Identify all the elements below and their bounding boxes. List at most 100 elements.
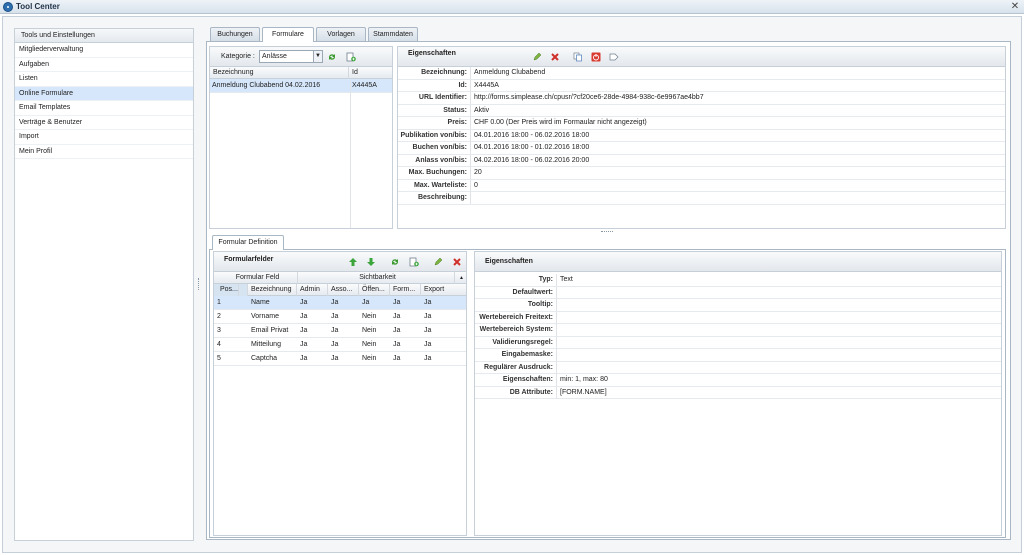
prop-label: Id: [398,79,471,92]
prop-row: Anlass von/bis: 04.02.2016 18:00 - 06.02.… [398,154,1005,167]
splitter-handle[interactable] [198,278,200,290]
tab-buchungen[interactable]: Buchungen [210,27,260,41]
prop-row: Bezeichnung: Anmeldung Clubabend [398,67,1005,80]
fields-panel: Formularfelder Formular Feld Sichtbarkeit… [213,251,467,536]
fields-body: 1 Name Ja Ja Ja Ja Ja 2 Vorname Ja Ja Nein Ja Ja 3 Em… [214,296,466,366]
properties-panel: Eigenschaften Bezeichnung: Anmeldung Club… [397,46,1006,229]
column-bezeichnung[interactable]: Bezeichnung [210,67,349,79]
column-pos[interactable]: Pos... ▲ [214,284,248,296]
sidebar-header: Tools und Einstellungen [15,29,193,43]
prop-value: min: 1, max: 80 [560,376,608,383]
sidebar-item-listen[interactable]: Listen [15,72,193,87]
tab-stammdaten[interactable]: Stammdaten [368,27,418,41]
cell-admin: Ja [300,313,308,320]
sidebar-item-email-templates[interactable]: Email Templates [15,101,193,116]
cell-export: Ja [424,355,432,362]
prop-label: Max. Warteliste: [398,179,471,192]
tag-icon[interactable] [609,52,619,62]
prop-value: Aktiv [474,106,490,114]
prop-label: Anlass von/bis: [398,154,471,167]
cell-export: Ja [424,313,432,320]
edit-icon[interactable] [532,52,542,62]
cell-form: Ja [393,327,401,334]
prop-label: Preis: [398,117,471,129]
prop-row: URL Identifier: http://forms.simplease.ch… [398,92,1005,105]
tab-vorlagen[interactable]: Vorlagen [316,27,366,41]
sidebar: Tools und Einstellungen Mitgliederverwal… [14,28,194,541]
cell-pos: 4 [217,341,221,348]
field-properties-list: Typ: Text Defaultwert: Tooltip: Wertebere… [475,274,1001,399]
refresh-icon[interactable] [390,257,400,267]
table-row[interactable]: 5 Captcha Ja Ja Nein Ja Ja [214,352,466,366]
prop-value: 04.02.2016 18:00 - 06.02.2016 20:00 [474,156,590,164]
sidebar-item-mein-profil[interactable]: Mein Profil [15,145,193,159]
column-offen[interactable]: Öffen... [359,284,390,296]
prop-label: Wertebereich Freitext: [475,311,557,324]
prop-value: X4445A [474,81,499,89]
table-row[interactable]: 4 Mitteilung Ja Ja Nein Ja Ja [214,338,466,352]
table-row[interactable]: 3 Email Privat Ja Ja Nein Ja Ja [214,324,466,338]
tab-formular-definition[interactable]: Formular Definition [212,235,284,250]
prop-row: Eingabemaske: [475,349,1001,362]
cell-name: Vorname [251,313,280,320]
table-row[interactable]: Anmeldung Clubabend 04.02.2016 X4445A [210,79,392,93]
sidebar-item-import[interactable]: Import [15,130,193,145]
prop-value: [FORM.NAME] [560,388,607,396]
prop-row: Preis: CHF 0.00 (Der Preis wird im Formau… [398,117,1005,130]
delete-icon[interactable] [550,52,560,62]
cell-pos: 3 [217,327,221,334]
edit-icon[interactable] [433,257,443,267]
table-row[interactable]: 2 Vorname Ja Ja Nein Ja Ja [214,310,466,324]
prop-row: Buchen von/bis: 04.01.2016 18:00 - 01.02.… [398,142,1005,155]
form-name: Anmeldung Clubabend 04.02.2016 [212,82,321,89]
sidebar-item-online-formulare[interactable]: Online Formulare [15,86,193,101]
cell-export: Ja [424,299,432,306]
group-formular-feld: Formular Feld [215,272,298,284]
cell-form: Ja [393,313,401,320]
group-header: Formular Feld Sichtbarkeit ▲ [214,272,466,284]
delete-icon[interactable] [452,257,462,267]
add-field-icon[interactable] [409,257,419,267]
cell-asso: Ja [331,341,339,348]
close-icon[interactable]: ✕ [1009,1,1021,13]
cell-name: Mitteilung [251,341,281,348]
refresh-icon[interactable] [327,52,337,62]
cell-form: Ja [393,355,401,362]
tab-formulare[interactable]: Formulare [262,27,314,42]
prop-label: Bezeichnung: [398,67,471,79]
prop-value: Text [560,276,573,283]
table-row[interactable]: 1 Name Ja Ja Ja Ja Ja [214,296,466,310]
sidebar-item-vertraege[interactable]: Verträge & Benutzer [15,116,193,130]
column-id[interactable]: Id [349,67,391,79]
fields-title: Formularfelder [224,256,274,263]
prop-label: Validierungsregel: [475,336,557,349]
cell-name: Name [251,299,270,306]
cell-export: Ja [424,341,432,348]
horizontal-splitter-handle[interactable] [601,231,613,233]
copy-icon[interactable] [573,52,583,62]
prop-row: Tooltip: [475,299,1001,312]
prop-label: Eigenschaften: [475,374,557,386]
sort-arrow-icon[interactable]: ▲ [455,272,465,284]
prop-row: Id: X4445A [398,79,1005,92]
form-list-panel: Kategorie : Anlässe ▼ Bezeichnung Id Anme… [209,46,393,229]
column-asso[interactable]: Asso... [328,284,359,296]
arrow-up-icon[interactable] [348,257,358,267]
cell-asso: Ja [331,355,339,362]
column-export[interactable]: Export [421,284,454,296]
new-form-icon[interactable] [346,52,356,62]
sidebar-item-aufgaben[interactable]: Aufgaben [15,58,193,72]
column-form[interactable]: Form... [390,284,421,296]
arrow-down-icon[interactable] [366,257,376,267]
column-bezeichnung[interactable]: Bezeichnung [248,284,297,296]
window-title: Tool Center [16,2,60,11]
sidebar-item-mitgliederverwaltung[interactable]: Mitgliederverwaltung [15,43,193,58]
prop-row: Defaultwert: [475,286,1001,299]
cell-pos: 1 [217,299,221,306]
column-admin[interactable]: Admin [297,284,328,296]
prop-value: Anmeldung Clubabend [474,69,546,76]
power-icon[interactable] [591,52,601,62]
cell-offen: Nein [362,341,377,348]
kategorie-select[interactable]: Anlässe ▼ [259,50,323,63]
column-divider [350,81,351,228]
